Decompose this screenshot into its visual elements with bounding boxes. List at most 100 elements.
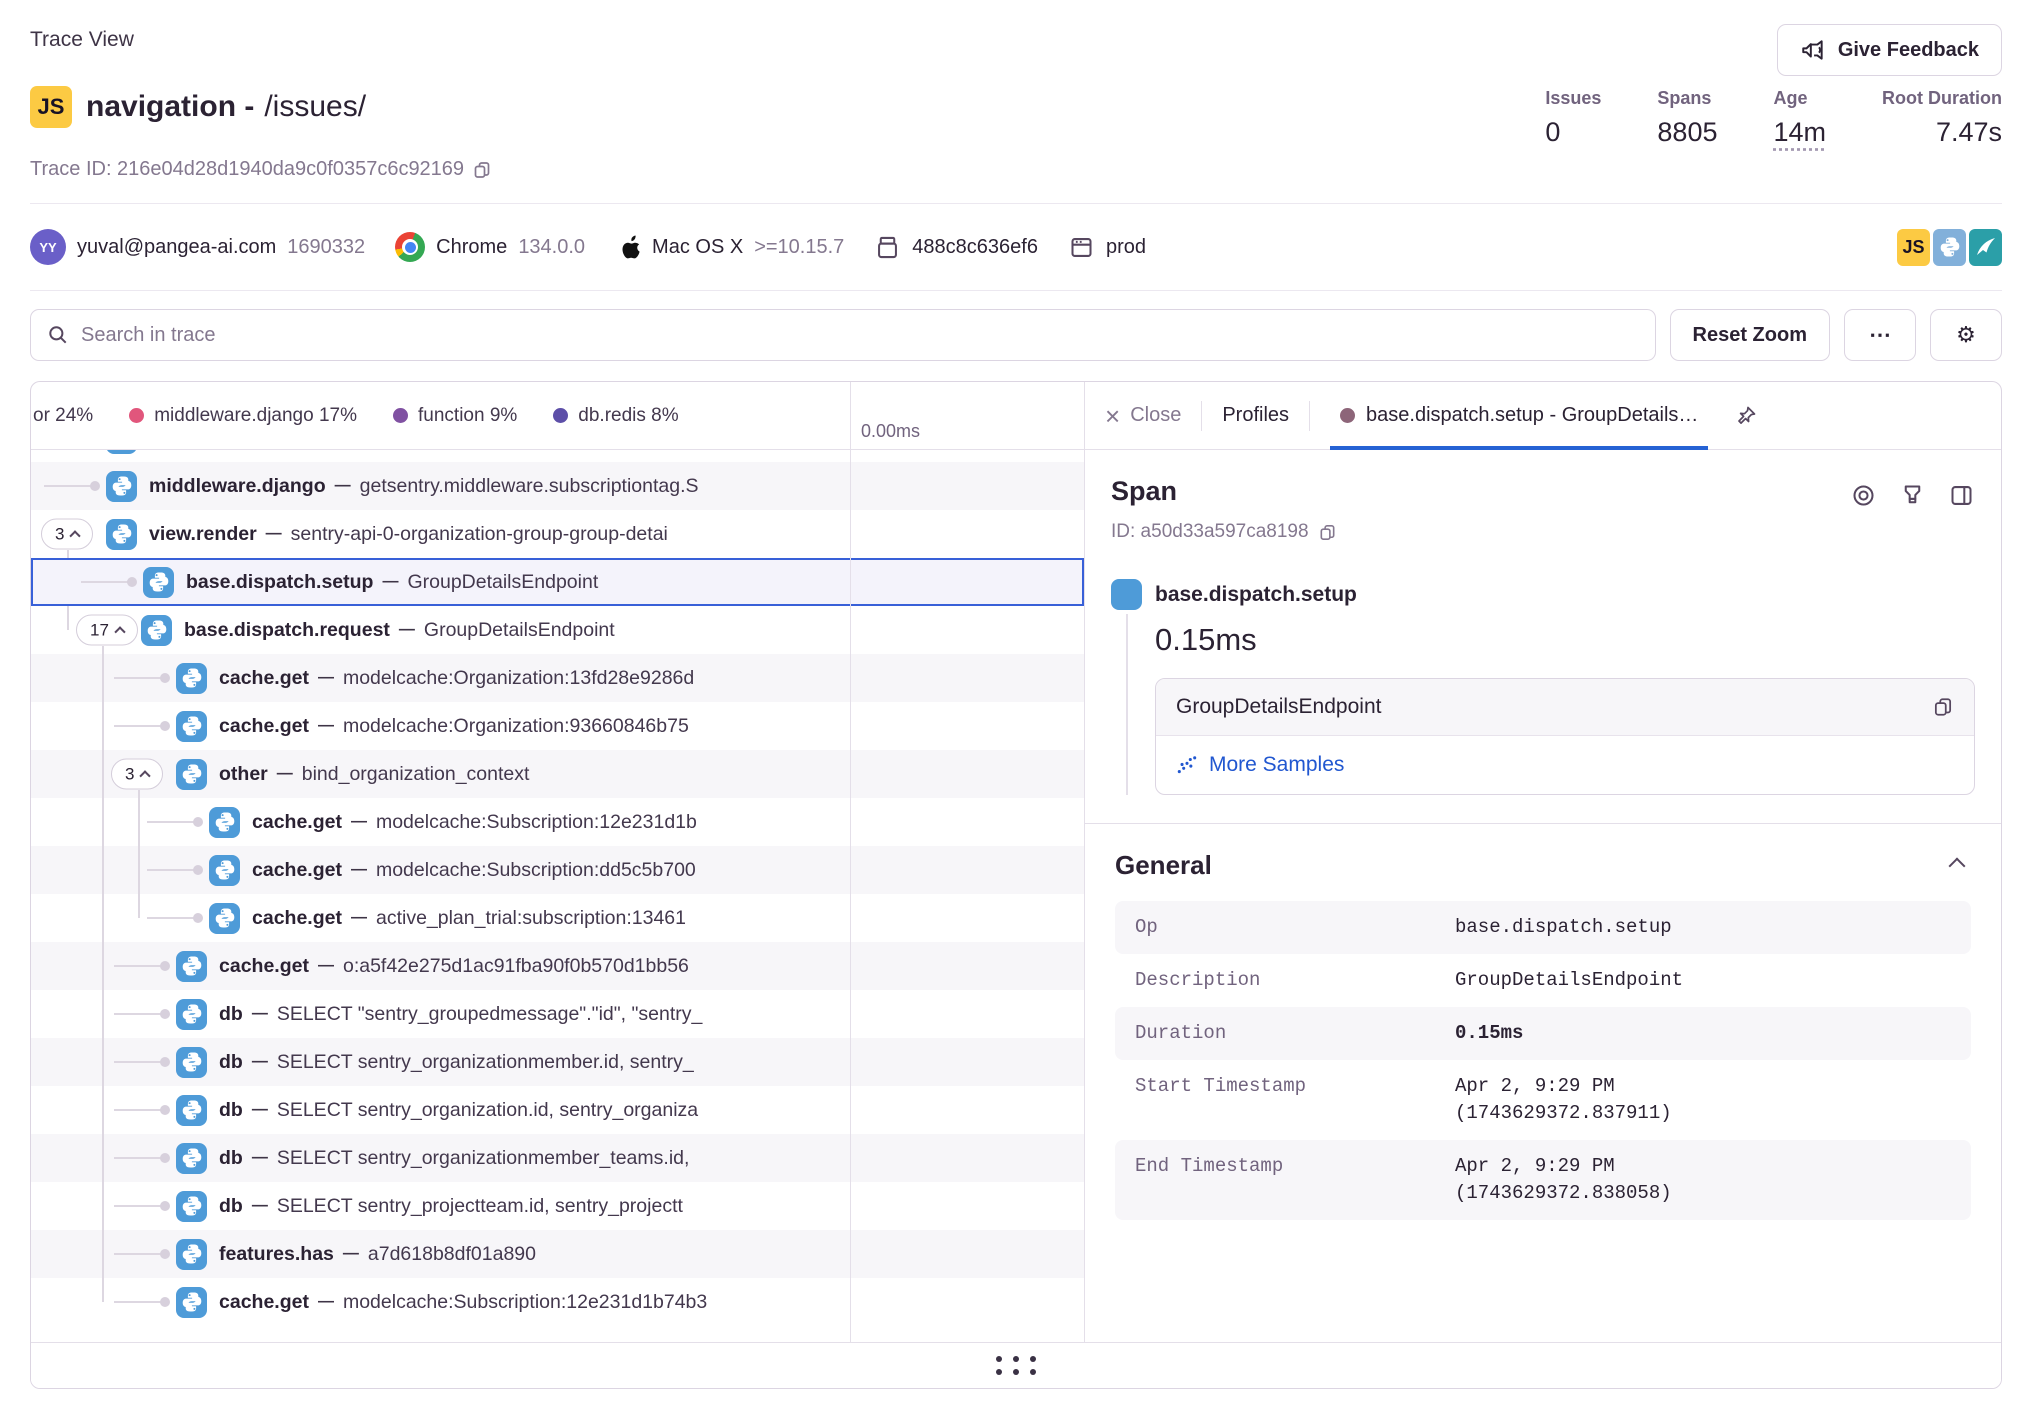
copy-icon[interactable]	[1318, 523, 1337, 542]
environment-chip: prod	[1068, 234, 1146, 261]
tree-connector	[114, 725, 166, 727]
python-icon	[106, 519, 137, 550]
tree-connector	[147, 821, 199, 823]
layout-split-icon[interactable]	[1948, 482, 1975, 509]
timeline-tick-label: 0.00ms	[861, 421, 920, 442]
details-tabbar: × Close Profiles base.dispatch.setup - G…	[1085, 382, 2001, 450]
browser-version: 134.0.0	[518, 236, 585, 259]
user-chip: YY yuval@pangea-ai.com 1690332	[30, 229, 365, 265]
span-description-value: GroupDetailsEndpoint	[1176, 695, 1381, 719]
span-row[interactable]: 17 base.dispatch.request — GroupDetailsEndp…	[31, 606, 1084, 654]
breadcrumb: Trace View	[30, 24, 134, 52]
pin-tab-icon[interactable]	[1728, 398, 1764, 434]
legend-label: db.redis 8%	[578, 405, 678, 427]
collapse-chip[interactable]: 3	[111, 759, 163, 790]
span-row[interactable]: db—SELECT sentry_projectteam.id, sentry_…	[31, 1182, 1084, 1230]
span-row[interactable]: db—SELECT sentry_organization.id, sentry…	[31, 1086, 1084, 1134]
span-description: o:a5f42e275d1ac91fba90f0b570d1bb56	[343, 955, 689, 978]
reset-zoom-button[interactable]: Reset Zoom	[1670, 309, 1830, 361]
span-description: modelcache:Subscription:12e231d1b	[376, 811, 697, 834]
op-desc-separator: —	[252, 1053, 268, 1071]
span-row[interactable]: cache.get—active_plan_trial:subscription…	[31, 894, 1084, 942]
span-op: cache.get	[219, 715, 309, 738]
legend-item: db.redis 8%	[553, 405, 678, 427]
span-row[interactable]: cache.get—modelcache:Organization:936608…	[31, 702, 1084, 750]
give-feedback-button[interactable]: Give Feedback	[1777, 24, 2002, 76]
op-desc-separator: —	[318, 669, 334, 687]
copy-icon[interactable]	[1932, 696, 1954, 718]
op-desc-separator: —	[399, 621, 415, 639]
span-description: modelcache:Subscription:12e231d1b74b3	[343, 1291, 707, 1314]
span-description: a7d618b8df01a890	[368, 1243, 536, 1266]
span-op: base.dispatch.request	[184, 619, 390, 642]
legend-label: middleware.django 17%	[154, 405, 357, 427]
profile-funnel-icon[interactable]	[1899, 482, 1926, 509]
span-row[interactable]: cache.get—o:a5f42e275d1ac91fba90f0b570d1…	[31, 942, 1084, 990]
span-row[interactable]: db—SELECT sentry_organizationmember.id, …	[31, 1038, 1084, 1086]
legend-label: function 9%	[418, 405, 517, 427]
kv-value: Apr 2, 9:29 PM(1743629372.838058)	[1455, 1153, 1672, 1207]
op-desc-separator: —	[351, 813, 367, 831]
copy-icon[interactable]	[472, 160, 492, 180]
search-icon	[47, 324, 69, 346]
tab-span-active[interactable]: base.dispatch.setup - GroupDetails…	[1330, 382, 1708, 449]
python-icon	[176, 1239, 207, 1270]
python-icon	[176, 1191, 207, 1222]
span-row[interactable]: features.has—a7d618b8df01a890	[31, 1230, 1084, 1278]
tree-connector	[114, 1205, 166, 1207]
general-section-title: General	[1115, 850, 1212, 881]
span-row[interactable]: middleware.django—getsentry.middleware.s…	[31, 462, 1084, 510]
legend-item: function 9%	[393, 405, 517, 427]
stat-value[interactable]: 14m	[1773, 117, 1826, 148]
stat-label: Spans	[1657, 88, 1711, 109]
span-op: middleware.django	[149, 475, 326, 498]
span-op: db	[219, 1195, 243, 1218]
search-input[interactable]	[81, 324, 1639, 347]
more-options-button[interactable]: ⋯	[1844, 309, 1916, 361]
span-op: cache.get	[252, 907, 342, 930]
chevron-up-icon	[114, 626, 125, 637]
tree-guide-line	[138, 790, 140, 918]
trace-tree: middleware.django—getsentry.middleware.s…	[31, 450, 1084, 1342]
collapse-chip[interactable]: 3	[41, 519, 93, 550]
close-tab-button[interactable]: × Close	[1105, 404, 1181, 427]
os-name: Mac OS X	[652, 236, 743, 259]
python-icon	[209, 807, 240, 838]
avatar: YY	[30, 229, 66, 265]
op-desc-separator: —	[252, 1197, 268, 1215]
span-row[interactable]: cache.get—modelcache:Subscription:12e231…	[31, 798, 1084, 846]
span-row[interactable]: 3other—bind_organization_context	[31, 750, 1084, 798]
span-row[interactable]: cache.get—modelcache:Subscription:12e231…	[31, 1278, 1084, 1326]
span-description: sentry-api-0-organization-group-group-de…	[291, 523, 668, 546]
tree-connector	[81, 581, 133, 583]
collapse-section-icon[interactable]	[1949, 857, 1966, 874]
trace-stat: Age14m	[1773, 88, 1826, 148]
span-description: GroupDetailsEndpoint	[424, 619, 615, 642]
settings-button[interactable]: ⚙	[1930, 309, 2002, 361]
close-icon: ×	[1105, 406, 1120, 426]
kv-value: 0.15ms	[1455, 1020, 1523, 1047]
span-row[interactable]: cache.get—modelcache:Subscription:dd5c5b…	[31, 846, 1084, 894]
tree-connector	[114, 1109, 166, 1111]
focus-span-icon[interactable]	[1850, 482, 1877, 509]
trace-toolbar: Reset Zoom ⋯ ⚙	[0, 291, 2032, 361]
span-row[interactable]: cache.get—modelcache:Organization:13fd28…	[31, 654, 1084, 702]
span-row[interactable]: 3view.render—sentry-api-0-organization-g…	[31, 510, 1084, 558]
python-icon	[176, 1095, 207, 1126]
span-row[interactable]: db—SELECT sentry_organizationmember_team…	[31, 1134, 1084, 1182]
span-description: modelcache:Organization:13fd28e9286d	[343, 667, 694, 690]
legend-dot-icon	[129, 408, 144, 423]
trace-stat: Root Duration7.47s	[1882, 88, 2002, 148]
span-op: db	[219, 1147, 243, 1170]
kv-key: End Timestamp	[1135, 1153, 1455, 1207]
span-id-label: ID: a50d33a597ca8198	[1111, 521, 1309, 543]
tab-profiles[interactable]: Profiles	[1222, 404, 1289, 427]
search-box[interactable]	[30, 309, 1656, 361]
python-icon	[176, 663, 207, 694]
collapse-chip[interactable]: 17	[76, 615, 138, 646]
span-row[interactable]: base.dispatch.setup—GroupDetailsEndpoint	[31, 558, 1084, 606]
device-icon	[874, 234, 901, 261]
more-samples-link[interactable]: More Samples	[1209, 753, 1344, 777]
drag-handle[interactable]	[996, 1356, 1036, 1375]
span-row[interactable]: db—SELECT "sentry_groupedmessage"."id", …	[31, 990, 1084, 1038]
